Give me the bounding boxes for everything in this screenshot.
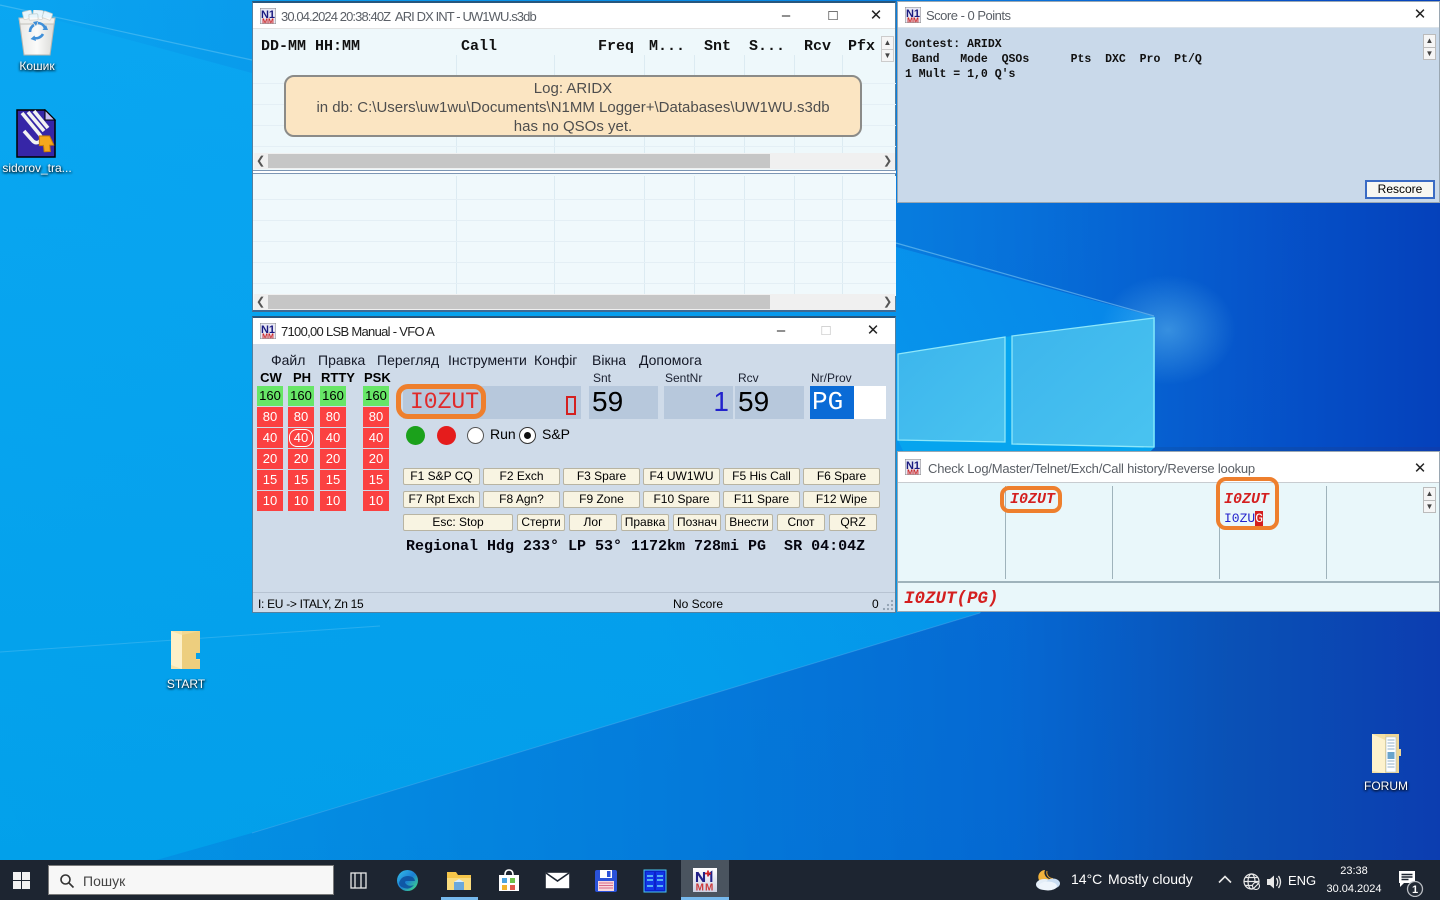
svg-text:MM: MM [907,18,919,24]
svg-text:MM: MM [262,334,274,340]
svg-text:MM: MM [262,19,274,25]
svg-text:MM: MM [907,470,919,476]
svg-text:1: 1 [1412,884,1418,896]
svg-text:MM: MM [696,883,715,893]
